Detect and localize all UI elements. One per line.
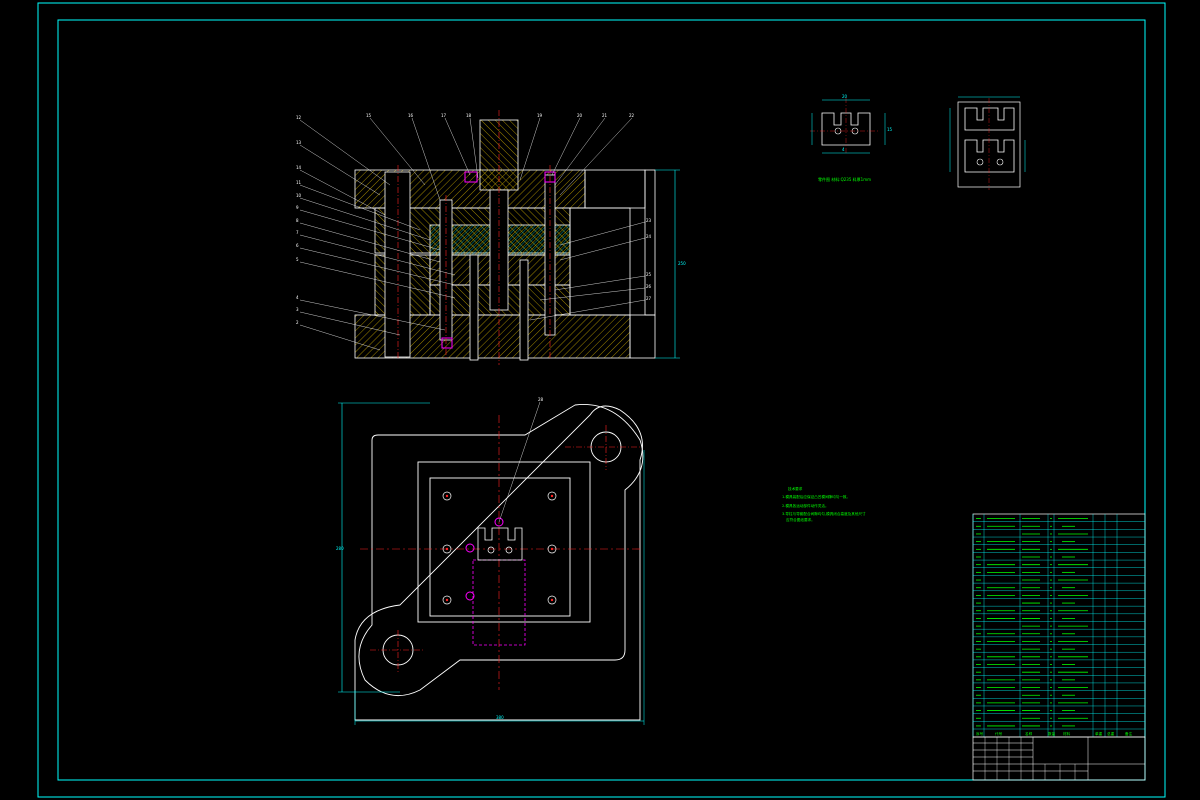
- section-height-dim: 250: [678, 261, 686, 266]
- svg-text:9: 9: [296, 205, 299, 210]
- svg-text:11: 11: [296, 180, 302, 185]
- svg-text:14: 14: [296, 165, 302, 170]
- cad-drawing-canvas: 250 121314 11109 876 543 2 15 16 17 18 1…: [37, 2, 1166, 798]
- outer-frame: [37, 2, 1166, 798]
- svg-text:23: 23: [646, 218, 652, 223]
- svg-text:4: 4: [296, 295, 299, 300]
- svg-text:13: 13: [296, 140, 302, 145]
- svg-text:25: 25: [646, 272, 652, 277]
- svg-text:16: 16: [408, 113, 414, 118]
- bom-footer-label: 代号: [995, 731, 1003, 736]
- svg-text:22: 22: [629, 113, 635, 118]
- detail-height-dim: 15: [887, 127, 893, 132]
- bom-footer-label: 序号: [976, 731, 984, 736]
- svg-text:21: 21: [602, 113, 608, 118]
- svg-text:8: 8: [296, 218, 299, 223]
- bom-footer-label: 单重: [1095, 731, 1103, 736]
- plan-width-dim: 380: [496, 715, 504, 720]
- svg-text:6: 6: [296, 243, 299, 248]
- svg-text:26: 26: [646, 284, 652, 289]
- svg-text:17: 17: [441, 113, 447, 118]
- svg-text:10: 10: [296, 193, 302, 198]
- section-view: 250 121314 11109 876 543 2 15 16 17 18 1…: [296, 110, 686, 365]
- bom-footer-label: 备注: [1125, 731, 1133, 736]
- svg-text:5: 5: [296, 257, 299, 262]
- bom-footer-label: 数量: [1048, 731, 1056, 736]
- detail-slot-dim: 4: [842, 147, 845, 152]
- tech-line-1: 1.模具装配后应保证凸凹模间隙均匀一致。: [782, 494, 850, 499]
- bill-of-materials: 序号 代号 名称 数量 材料 单重 总重 备注: [972, 513, 1146, 738]
- detail-width-dim: 20: [842, 94, 848, 99]
- inner-frame: [57, 19, 1146, 781]
- svg-text:18: 18: [466, 113, 472, 118]
- tech-title: 技术要求: [788, 486, 803, 491]
- svg-text:19: 19: [537, 113, 543, 118]
- bom-footer-label: 总重: [1107, 731, 1115, 736]
- tech-requirements: 技术要求 1.模具装配后应保证凸凹模间隙均匀一致。 2.模具各运动部件动作灵活。…: [782, 486, 866, 522]
- svg-text:24: 24: [646, 234, 652, 239]
- detail-label: 零件图 材料:Q235 料厚1mm: [818, 176, 871, 182]
- svg-text:3: 3: [296, 307, 299, 312]
- tech-line-3: 3.导柱与导套配合间隙均匀,模具闭合高度及其他尺寸: [782, 511, 866, 516]
- part-detail-view: 20 4 15 零件图 材料:Q235 料厚1mm: [810, 94, 1026, 190]
- plan-height-dim: 280: [336, 546, 344, 551]
- svg-text:15: 15: [366, 113, 372, 118]
- title-block: [972, 736, 1146, 781]
- bom-footer-label: 材料: [1063, 731, 1071, 736]
- svg-text:12: 12: [296, 115, 302, 120]
- tech-line-2: 2.模具各运动部件动作灵活。: [782, 503, 829, 508]
- plan-view: 28 280 380: [336, 397, 645, 725]
- svg-text:2: 2: [296, 320, 299, 325]
- svg-text:28: 28: [538, 397, 544, 402]
- svg-text:27: 27: [646, 296, 652, 301]
- svg-text:7: 7: [296, 230, 299, 235]
- svg-text:20: 20: [577, 113, 583, 118]
- bom-footer-label: 名称: [1025, 731, 1033, 736]
- tech-line-4: 应符合图纸要求。: [786, 517, 815, 522]
